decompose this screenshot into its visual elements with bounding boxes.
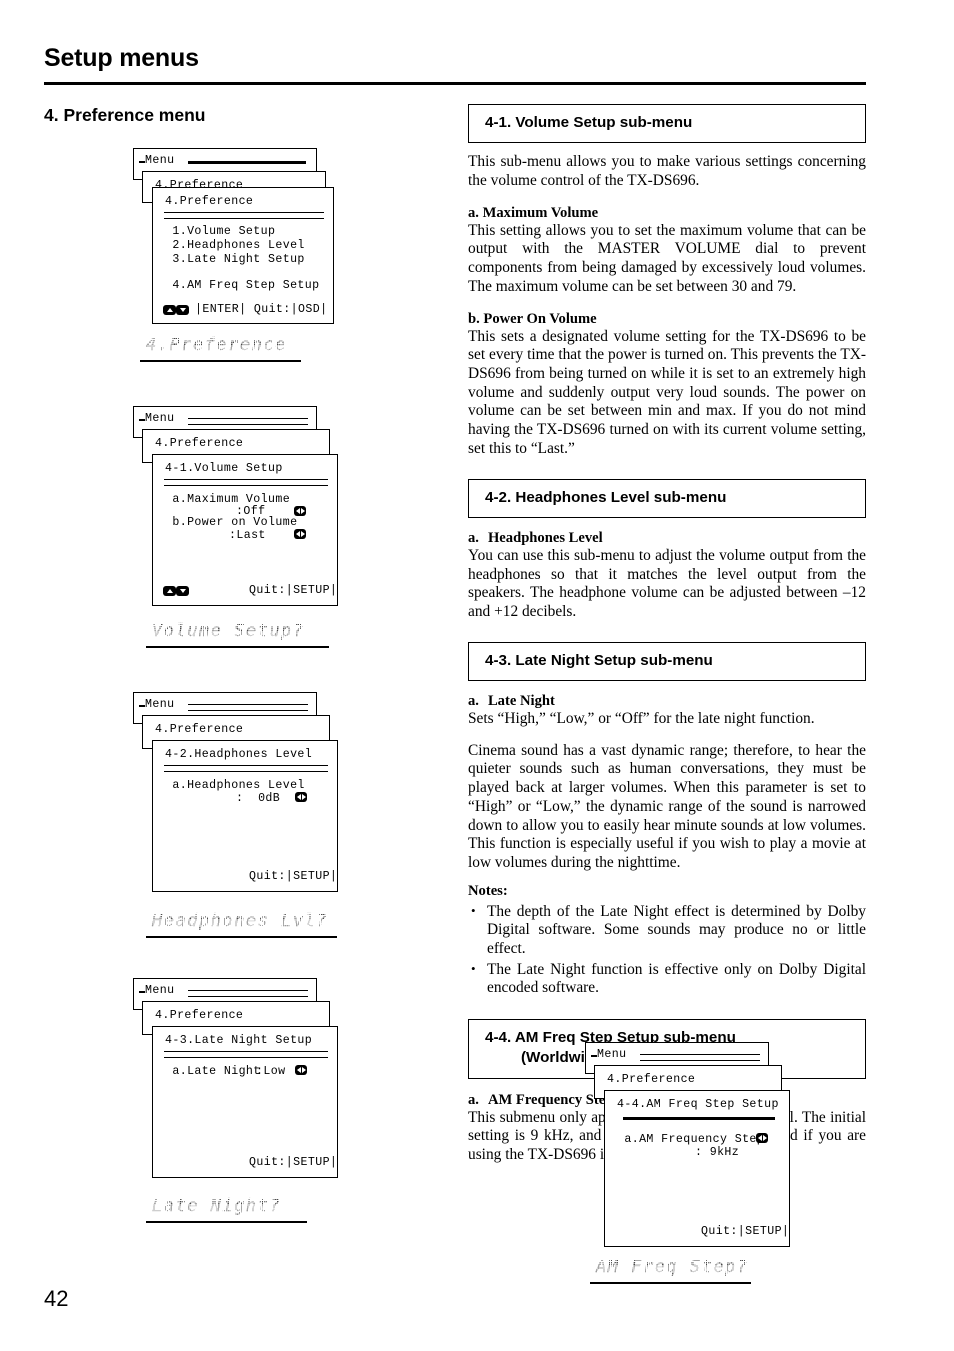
manual-page: Setup menus 4. Preference menu Menu 4.Pr… bbox=[0, 0, 954, 1351]
paragraph-41b: This sets a designated volume setting fo… bbox=[468, 327, 866, 457]
vfd-text: Late Night? bbox=[152, 1196, 282, 1216]
left-right-arrow-icon bbox=[756, 1133, 768, 1143]
vfd-text: Volume Setup? bbox=[152, 621, 305, 641]
page-title: Setup menus bbox=[44, 44, 199, 72]
setting-label[interactable]: a.Maximum Volume bbox=[165, 493, 290, 506]
pane-header: 4-3.Late Night Setup bbox=[165, 1034, 313, 1047]
left-column: 4. Preference menu bbox=[44, 105, 444, 126]
setting-value[interactable]: :Low bbox=[256, 1065, 285, 1078]
pane-header: 4-2.Headphones Level bbox=[165, 748, 313, 761]
list-item: The depth of the Late Night effect is de… bbox=[468, 903, 866, 959]
pane-footer: |ENTER| Quit:|OSD| bbox=[195, 303, 328, 316]
vfd-caption-late-night: Late Night? bbox=[146, 1196, 307, 1223]
paragraph-42a: You can use this sub-menu to adjust the … bbox=[468, 546, 866, 620]
right-column: 4-1. Volume Setup sub-menu This sub-menu… bbox=[468, 104, 866, 1165]
pane-header: 4.Preference bbox=[155, 723, 244, 736]
menu-item[interactable]: 3.Late Night Setup bbox=[165, 253, 305, 266]
pane-header: 4.Preference bbox=[155, 437, 244, 450]
vfd-text: 4.Preference bbox=[146, 335, 287, 355]
pane-tab-label: Menu bbox=[597, 1048, 627, 1061]
pane-tab-label: Menu bbox=[145, 984, 175, 997]
subheading-text: Late Night bbox=[487, 693, 555, 710]
subheading-41b: b. Power On Volume bbox=[468, 310, 597, 327]
pane-header: 4.Preference bbox=[165, 195, 254, 208]
vfd-caption-preference: 4.Preference bbox=[140, 335, 301, 362]
pane-header: 4.Preference bbox=[155, 1009, 244, 1022]
paragraph-41-intro: This sub-menu allows you to make various… bbox=[468, 153, 866, 190]
notes-label: Notes: bbox=[468, 882, 508, 899]
page-number: 42 bbox=[44, 1286, 69, 1311]
pane-late-night-setup: 4-3.Late Night Setup a.Late Night :Low Q… bbox=[152, 1026, 338, 1178]
pane-footer: Quit:|SETUP| bbox=[701, 1225, 790, 1238]
subheading-letter: a. bbox=[468, 693, 479, 710]
heading-42: 4-2. Headphones Level sub-menu bbox=[468, 478, 866, 518]
title-divider bbox=[44, 82, 866, 85]
up-down-arrow-icon bbox=[163, 305, 189, 315]
left-right-arrow-icon bbox=[294, 506, 306, 516]
menu-item[interactable]: 2.Headphones Level bbox=[165, 239, 305, 252]
pane-footer: Quit:|SETUP| bbox=[249, 870, 338, 883]
pane-headphones-level: 4-2.Headphones Level a.Headphones Level … bbox=[152, 740, 338, 892]
left-right-arrow-icon bbox=[294, 529, 306, 539]
pane-am-freq-step: 4-4.AM Freq Step Setup a.AM Frequency St… bbox=[604, 1090, 790, 1247]
notes-list: The depth of the Late Night effect is de… bbox=[468, 903, 866, 998]
pane-header: 4-4.AM Freq Step Setup bbox=[617, 1098, 779, 1111]
diagram-am-freq-step-setup: Menu 4.Preference 4-4.AM Freq Step Setup… bbox=[585, 1042, 790, 1247]
pane-header: 4.Preference bbox=[607, 1073, 696, 1086]
subheading-42a: a. Headphones Level bbox=[468, 530, 866, 547]
setting-value[interactable]: : 0dB bbox=[236, 792, 280, 805]
section-title: 4. Preference menu bbox=[44, 105, 206, 125]
subheading-41a: a. Maximum Volume bbox=[468, 204, 599, 221]
pane-volume-setup: 4-1.Volume Setup a.Maximum Volume :Off b… bbox=[152, 454, 338, 606]
pane-footer: Quit:|SETUP| bbox=[249, 1156, 338, 1169]
pane-header: 4-1.Volume Setup bbox=[165, 462, 283, 475]
setting-value[interactable]: : 9kHz bbox=[695, 1146, 739, 1159]
pane-footer: Quit:|SETUP| bbox=[249, 584, 338, 597]
subheading-letter: a. bbox=[468, 1091, 479, 1108]
setting-label[interactable]: a.Headphones Level bbox=[165, 779, 305, 792]
diagram-volume-setup: Menu 4.Preference 4-1.Volume Setup a.Max… bbox=[133, 406, 338, 606]
menu-item[interactable]: 1.Volume Setup bbox=[165, 225, 275, 238]
paragraph-43a: Sets “High,” “Low,” or “Off” for the lat… bbox=[468, 710, 815, 728]
heading-41: 4-1. Volume Setup sub-menu bbox=[468, 104, 866, 144]
diagram-preference-menu: Menu 4.Preference 4.Preference 1.Volume … bbox=[133, 148, 334, 324]
subheading-text: Headphones Level bbox=[487, 529, 603, 546]
pane-tab-label: Menu bbox=[145, 154, 175, 167]
menu-item[interactable]: 4.AM Freq Step Setup bbox=[165, 279, 320, 292]
pane-tab-label: Menu bbox=[145, 412, 175, 425]
vfd-caption-volume-setup: Volume Setup? bbox=[146, 621, 329, 648]
vfd-text: AM Freq Step? bbox=[596, 1257, 749, 1277]
subheading-43a: a. Late Night bbox=[468, 693, 866, 710]
diagram-late-night-setup: Menu 4.Preference 4-3.Late Night Setup a… bbox=[133, 978, 338, 1178]
left-right-arrow-icon bbox=[295, 1065, 307, 1075]
paragraph-43-body2: Cinema sound has a vast dynamic range; t… bbox=[468, 741, 866, 871]
pane-tab-label: Menu bbox=[145, 698, 175, 711]
setting-label[interactable]: b.Power on Volume bbox=[165, 516, 297, 529]
setting-label[interactable]: a.Late Night bbox=[165, 1065, 261, 1078]
up-down-arrow-icon bbox=[163, 586, 189, 596]
paragraph-41a: This setting allows you to set the maxim… bbox=[468, 221, 866, 295]
left-right-arrow-icon bbox=[295, 792, 307, 802]
vfd-caption-headphones-level: Headphones Lvl? bbox=[146, 911, 337, 938]
subheading-letter: a. bbox=[468, 529, 479, 546]
list-item: The Late Night function is effective onl… bbox=[468, 961, 866, 998]
vfd-caption-am-freq-step: AM Freq Step? bbox=[590, 1257, 751, 1284]
vfd-text: Headphones Lvl? bbox=[152, 911, 329, 931]
setting-label[interactable]: a.AM Frequency Step bbox=[617, 1133, 764, 1146]
pane-preference-detail: 4.Preference 1.Volume Setup 2.Headphones… bbox=[152, 187, 334, 324]
heading-43: 4-3. Late Night Setup sub-menu bbox=[468, 641, 866, 682]
setting-value[interactable]: :Last bbox=[229, 529, 266, 542]
diagram-headphones-level: Menu 4.Preference 4-2.Headphones Level a… bbox=[133, 692, 338, 892]
